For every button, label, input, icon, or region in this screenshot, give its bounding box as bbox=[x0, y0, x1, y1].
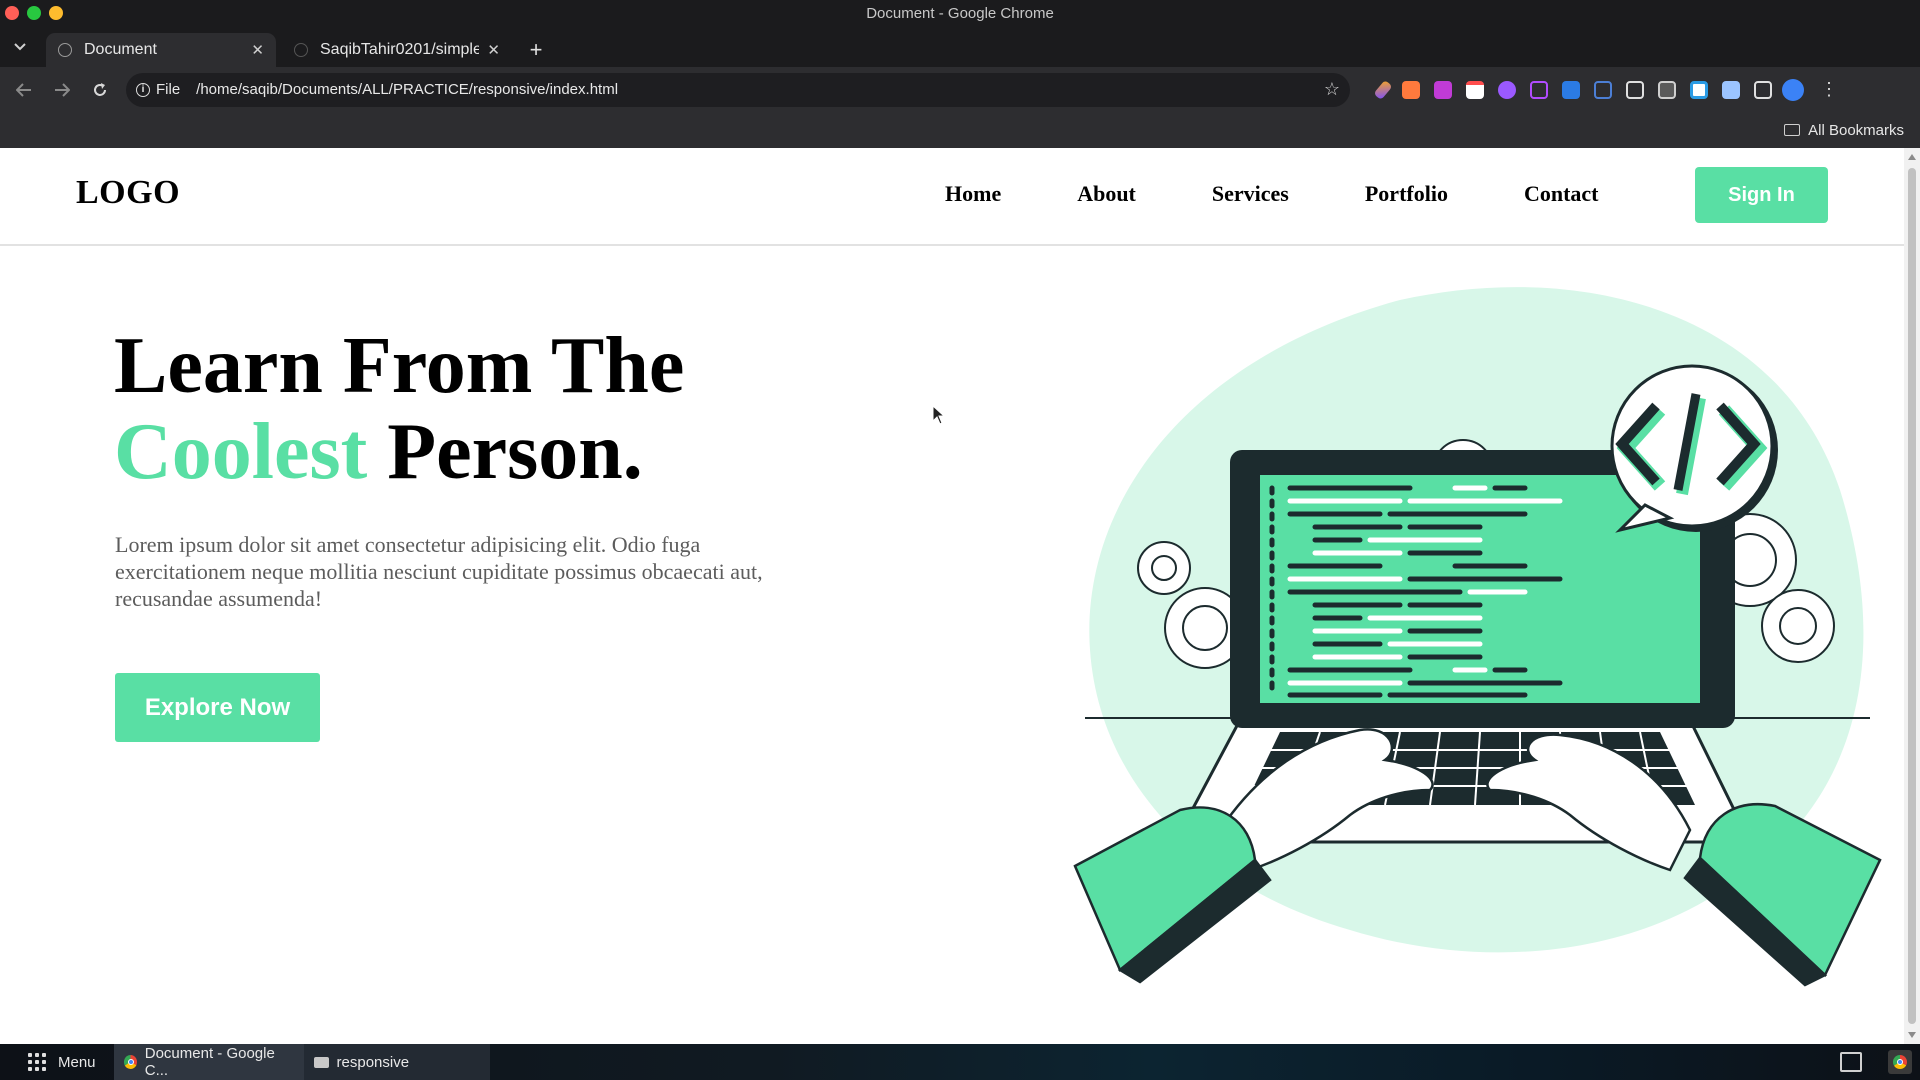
s-extension-icon[interactable] bbox=[1434, 80, 1452, 99]
screenshot-tray-icon[interactable] bbox=[1840, 1052, 1862, 1072]
check-extension-icon[interactable] bbox=[1690, 80, 1708, 99]
chrome-icon bbox=[123, 1055, 137, 1069]
hero-title-line1: Learn From The bbox=[114, 322, 685, 410]
scrollbar-thumb[interactable] bbox=[1908, 168, 1916, 1024]
loading-icon bbox=[294, 43, 308, 57]
tab-label: SaqibTahir0201/simple-w bbox=[320, 41, 480, 58]
tab-document[interactable]: Document ✕ bbox=[46, 33, 276, 67]
forward-button[interactable] bbox=[44, 72, 80, 108]
extensions-area bbox=[1373, 79, 1772, 100]
nav-portfolio[interactable]: Portfolio bbox=[1365, 181, 1448, 207]
tab-github[interactable]: SaqibTahir0201/simple-w ✕ bbox=[282, 33, 512, 67]
taskbar-item-label: responsive bbox=[336, 1053, 410, 1071]
start-menu-button[interactable]: Menu bbox=[28, 1053, 96, 1071]
hero-title: Learn From The Coolest Person. bbox=[114, 323, 684, 495]
reload-icon bbox=[94, 82, 106, 96]
nav-services[interactable]: Services bbox=[1212, 181, 1289, 207]
bookmarks-bar: All Bookmarks bbox=[0, 112, 1920, 148]
paint-extension-icon[interactable] bbox=[1498, 80, 1516, 99]
code-extension-icon[interactable] bbox=[1594, 80, 1612, 99]
url-text[interactable]: /home/saqib/Documents/ALL/PRACTICE/respo… bbox=[196, 81, 1324, 98]
new-tab-button[interactable]: + bbox=[518, 33, 554, 67]
hero-description: Lorem ipsum dolor sit amet consectetur a… bbox=[115, 532, 763, 611]
window-controls bbox=[5, 6, 63, 20]
site-header: LOGO Home About Services Portfolio Conta… bbox=[0, 148, 1904, 246]
pen-extension-icon[interactable] bbox=[1373, 79, 1393, 100]
grid-menu-icon bbox=[28, 1053, 46, 1071]
folder-icon bbox=[1784, 124, 1801, 136]
taskbar-item-label: Document - Google C... bbox=[144, 1045, 275, 1079]
globe-icon bbox=[58, 43, 72, 57]
hero-title-accent: Coolest bbox=[114, 408, 368, 496]
taskbar-item-folder[interactable]: responsive bbox=[303, 1044, 490, 1080]
note-extension-icon[interactable] bbox=[1466, 80, 1484, 99]
window-extension-icon[interactable] bbox=[1658, 80, 1676, 99]
browser-toolbar: i File /home/saqib/Documents/ALL/PRACTIC… bbox=[0, 67, 1920, 112]
puzzle-icon[interactable] bbox=[1754, 80, 1772, 99]
os-titlebar: Document - Google Chrome bbox=[0, 0, 1920, 27]
taskbar-item-chrome[interactable]: Document - Google C... bbox=[113, 1044, 304, 1080]
site-logo[interactable]: LOGO bbox=[76, 174, 180, 212]
maximize-window-button[interactable] bbox=[27, 6, 41, 20]
nav-about[interactable]: About bbox=[1077, 181, 1136, 207]
mouse-cursor-icon bbox=[932, 405, 946, 425]
nav-home[interactable]: Home bbox=[945, 181, 1001, 207]
back-button[interactable] bbox=[6, 72, 42, 108]
all-bookmarks-button[interactable]: All Bookmarks bbox=[1808, 122, 1904, 139]
chrome-tray-icon[interactable] bbox=[1888, 1050, 1912, 1074]
sign-in-button[interactable]: Sign In bbox=[1695, 167, 1828, 223]
page-viewport: LOGO Home About Services Portfolio Conta… bbox=[0, 148, 1904, 1044]
video-extension-icon[interactable] bbox=[1402, 80, 1420, 99]
nav-contact[interactable]: Contact bbox=[1524, 181, 1599, 207]
tab-strip: Document ✕ SaqibTahir0201/simple-w ✕ + bbox=[0, 27, 1920, 67]
profile-avatar[interactable] bbox=[1782, 78, 1804, 101]
site-nav: Home About Services Portfolio Contact bbox=[945, 181, 1675, 207]
chrome-icon bbox=[1893, 1055, 1907, 1069]
bookmark-star-icon[interactable]: ☆ bbox=[1324, 79, 1340, 100]
minimize-window-button[interactable] bbox=[49, 6, 63, 20]
info-icon[interactable]: i bbox=[136, 82, 150, 97]
doc-extension-icon[interactable] bbox=[1722, 80, 1740, 99]
explore-now-button[interactable]: Explore Now bbox=[115, 673, 320, 742]
tab-label: Document bbox=[84, 41, 157, 58]
window-title: Document - Google Chrome bbox=[866, 5, 1054, 22]
address-bar[interactable]: i File /home/saqib/Documents/ALL/PRACTIC… bbox=[126, 72, 1350, 107]
os-taskbar: Menu Document - Google C... responsive bbox=[0, 1044, 1920, 1080]
url-scheme: File bbox=[156, 81, 181, 98]
tab-search-button[interactable] bbox=[0, 27, 40, 67]
more-menu-icon[interactable]: ⋮ bbox=[1820, 79, 1838, 100]
close-tab-icon[interactable]: ✕ bbox=[251, 41, 264, 59]
chevron-down-icon bbox=[14, 43, 26, 51]
arrow-right-icon bbox=[55, 82, 70, 97]
arrow-left-icon bbox=[16, 82, 31, 97]
hero-title-line2: Person. bbox=[367, 408, 643, 496]
reload-button[interactable] bbox=[82, 72, 118, 108]
close-tab-icon[interactable]: ✕ bbox=[487, 41, 500, 59]
menu-label: Menu bbox=[58, 1053, 96, 1071]
folder-icon bbox=[313, 1056, 329, 1068]
scroll-down-icon[interactable] bbox=[1908, 1032, 1916, 1038]
page-scrollbar[interactable] bbox=[1904, 148, 1920, 1044]
hexagon-extension-icon[interactable] bbox=[1626, 80, 1644, 99]
css-extension-icon[interactable] bbox=[1562, 80, 1580, 99]
scroll-up-icon[interactable] bbox=[1908, 154, 1916, 160]
coding-illustration bbox=[1073, 287, 1882, 987]
bracket-extension-icon[interactable] bbox=[1530, 80, 1548, 99]
close-window-button[interactable] bbox=[5, 6, 19, 20]
